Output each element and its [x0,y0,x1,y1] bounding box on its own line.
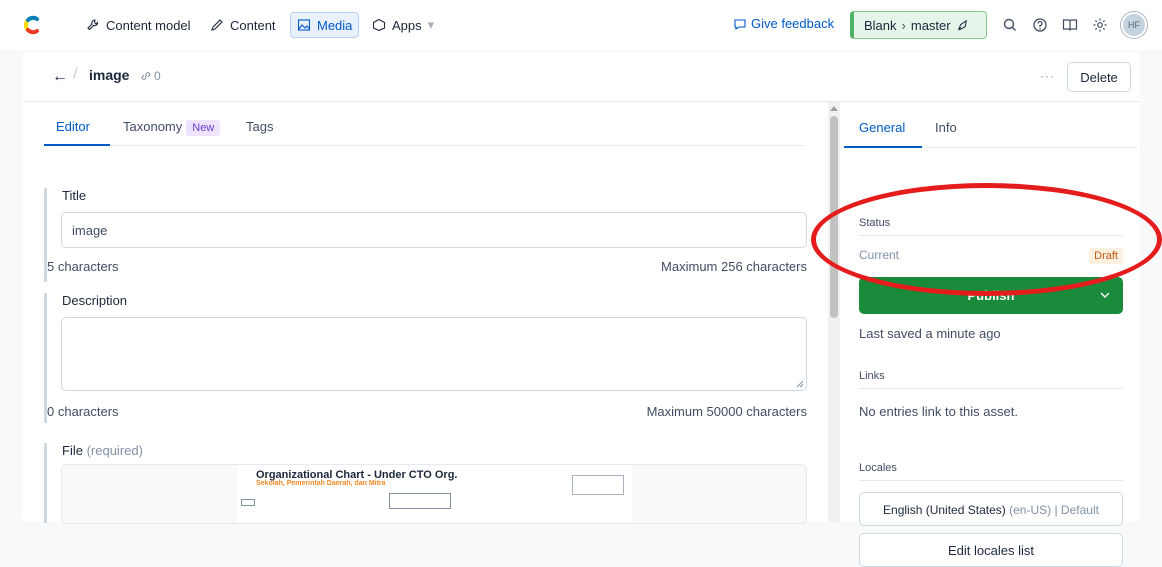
publish-button[interactable]: Publish [859,277,1123,314]
description-textarea[interactable] [61,317,807,391]
links-heading: Links [859,370,1123,389]
active-tab-indicator [44,144,110,146]
file-label: File (required) [62,443,143,458]
env-space-label: Blank [864,17,897,33]
link-count-value: 0 [154,69,161,83]
current-status-row: Current Draft [859,248,1123,264]
nav-apps-label: Apps [392,17,422,33]
file-preview-box[interactable]: Organizational Chart - Under CTO Org. Se… [61,464,807,524]
tab-general[interactable]: General [859,120,905,135]
environment-switcher[interactable]: Blank › master [850,11,987,39]
preview-stats-box [572,475,624,495]
contentful-logo-icon[interactable] [20,13,44,37]
wrench-icon [87,19,99,31]
title-help-row: 5 characters Maximum 256 characters [47,259,807,274]
feedback-icon [734,18,746,30]
chevron-down-icon[interactable] [1099,289,1111,301]
delete-button[interactable]: Delete [1067,62,1131,92]
entry-sidebar: General Info Status Current Draft Publis… [844,102,1140,567]
book-icon[interactable] [1061,16,1079,34]
tab-editor[interactable]: Editor [56,119,90,134]
new-badge: New [186,120,221,136]
more-options-button[interactable]: ··· [1040,69,1055,83]
preview-node [389,493,451,509]
back-arrow-icon[interactable]: ← [52,68,68,86]
preview-subtitle: Sekolah, Pemerintah Daerah, dan Mitra [256,480,386,487]
avatar-initials: HF [1128,20,1140,30]
link-icon [141,72,151,80]
pen-icon [211,19,223,31]
last-saved-text: Last saved a minute ago [859,326,1001,341]
resize-grip-icon[interactable] [796,380,804,388]
scroll-up-arrow-icon[interactable] [830,106,838,111]
file-required-text: (required) [86,443,143,458]
help-icon[interactable] [1031,16,1049,34]
tab-taxonomy-label: Taxonomy [123,119,183,134]
apps-icon [372,18,386,32]
locale-item: English (United States) (en-US) | Defaul… [859,492,1123,526]
give-feedback-link[interactable]: Give feedback [733,16,834,31]
description-char-count: 0 characters [47,404,119,419]
locale-code: (en-US) [1009,503,1052,517]
current-label: Current [859,248,900,262]
status-heading: Status [859,217,1123,236]
title-max-chars: Maximum 256 characters [661,259,807,274]
page-title: image [89,67,130,83]
nav-content-model-label: Content model [106,17,191,33]
description-max-chars: Maximum 50000 characters [646,404,807,419]
status-badge: Draft [1089,248,1123,264]
edit-locales-button[interactable]: Edit locales list [859,533,1123,567]
nav-content-label: Content [230,17,276,33]
sidebar-tabs: General Info [844,116,1137,148]
image-icon [297,19,311,31]
title-input[interactable]: image [61,212,807,248]
nav-content[interactable]: Content [206,12,280,38]
locales-heading: Locales [859,462,1123,481]
file-label-text: File [62,443,83,458]
top-navigation-bar: Content model Content Media Apps ▾ Give … [0,0,1162,50]
preview-node [241,499,255,506]
editor-tabs: Editor Taxonomy New Tags [44,116,806,146]
nav-media-label: Media [317,17,353,33]
nav-apps[interactable]: Apps ▾ [368,12,438,38]
avatar[interactable]: HF [1121,12,1147,38]
tab-taxonomy[interactable]: Taxonomy New [123,119,221,136]
chevron-down-icon: ▾ [427,17,435,32]
locale-default: | Default [1054,503,1099,517]
title-label: Title [62,188,87,203]
tab-info[interactable]: Info [935,120,957,135]
links-empty-text: No entries link to this asset. [859,404,1018,419]
gear-icon[interactable] [1091,16,1109,34]
publish-label: Publish [967,288,1015,303]
description-label: Description [62,293,128,308]
breadcrumb-separator: / [73,66,78,83]
env-branch-label: master [910,17,951,33]
nav-content-model[interactable]: Content model [82,12,195,38]
link-count[interactable]: 0 [140,69,161,83]
tab-tags[interactable]: Tags [246,119,273,134]
title-char-count: 5 characters [47,259,119,274]
nav-media[interactable]: Media [290,12,360,38]
entry-header: ← / image 0 ··· Delete [22,52,1140,102]
scrollbar-thumb[interactable] [830,116,838,318]
search-icon[interactable] [1001,16,1019,34]
rocket-icon [957,19,967,30]
description-help-row: 0 characters Maximum 50000 characters [47,404,807,419]
give-feedback-label: Give feedback [751,16,835,31]
entry-card: ← / image 0 ··· Delete Editor Taxonomy Ne… [22,52,1140,567]
locale-name: English (United States) [883,503,1006,517]
active-sidebar-tab-indicator [844,146,922,148]
chevron-right-icon: › [901,17,906,33]
file-preview-image: Organizational Chart - Under CTO Org. Se… [237,465,632,523]
